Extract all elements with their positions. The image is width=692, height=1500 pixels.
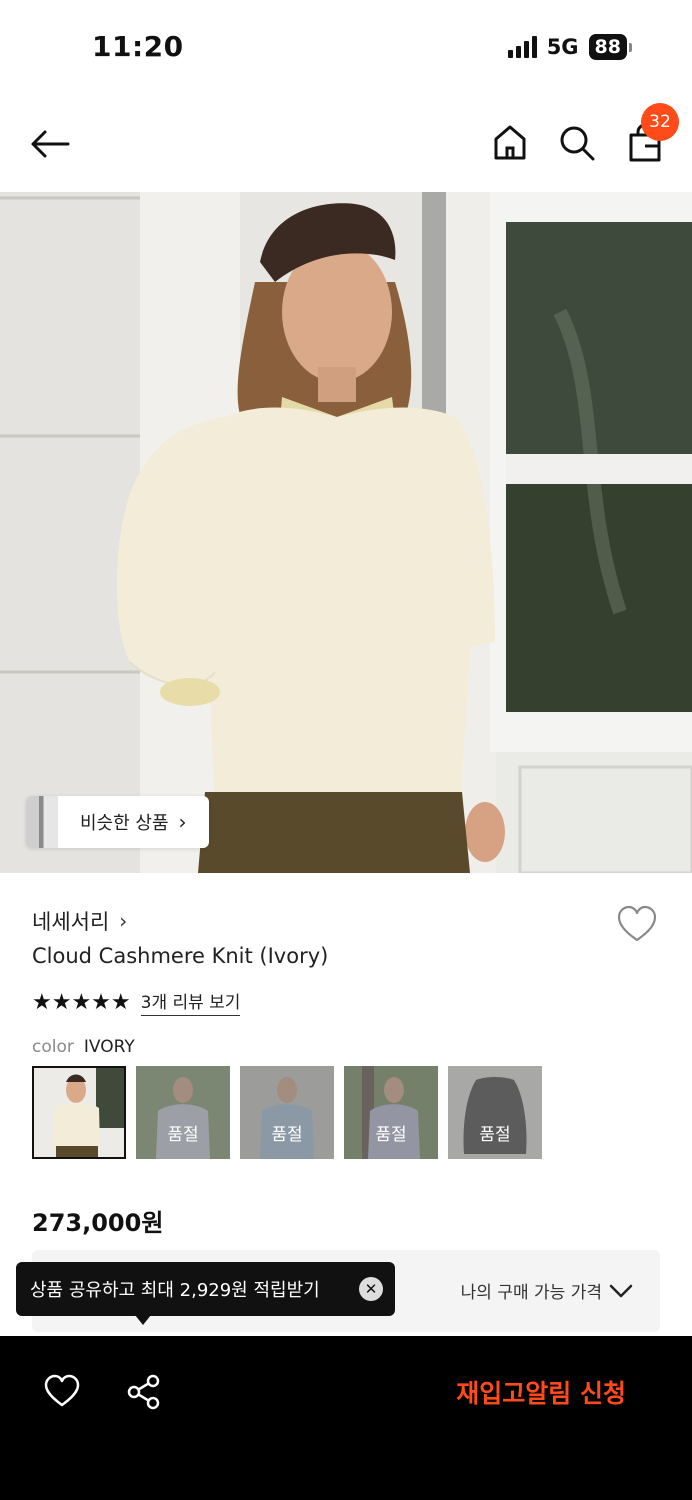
cart-count-badge: 32 — [641, 103, 679, 141]
heart-outline-icon[interactable] — [44, 1374, 80, 1410]
color-swatch-soldout[interactable]: 품절 — [448, 1066, 542, 1159]
close-icon[interactable]: ✕ — [359, 1277, 383, 1301]
status-bar: 11:20 5G 88 — [0, 0, 692, 92]
battery-level: 88 — [588, 34, 627, 60]
soldout-label: 품절 — [448, 1066, 542, 1159]
product-hero-image[interactable] — [0, 192, 692, 873]
arrow-left-icon[interactable] — [28, 122, 72, 166]
color-swatch-soldout[interactable]: 품절 — [344, 1066, 438, 1159]
soldout-label: 품절 — [344, 1066, 438, 1159]
share-reward-tooltip: 상품 공유하고 최대 2,929원 적립받기 ✕ — [16, 1262, 395, 1316]
similar-products-button[interactable]: 비슷한 상품 › — [26, 796, 209, 848]
heart-outline-icon[interactable] — [616, 904, 658, 946]
chevron-down-icon — [609, 1284, 633, 1298]
similar-products-label: 비슷한 상품 — [80, 813, 169, 834]
color-value: IVORY — [83, 1037, 135, 1057]
color-swatch-soldout[interactable]: 품절 — [136, 1066, 230, 1159]
soldout-label: 품절 — [240, 1066, 334, 1159]
status-time: 11:20 — [92, 30, 184, 63]
battery-icon: 88 — [588, 34, 632, 60]
color-row: color IVORY — [32, 1037, 135, 1057]
tooltip-arrow — [135, 1315, 151, 1325]
review-link[interactable]: 3개 리뷰 보기 — [140, 988, 241, 1016]
my-price-label: 나의 구매 가능 가격 — [460, 1283, 602, 1303]
tooltip-text: 상품 공유하고 최대 2,929원 적립받기 — [30, 1280, 320, 1301]
product-name: Cloud Cashmere Knit (Ivory) — [32, 944, 329, 968]
home-icon[interactable] — [490, 122, 530, 162]
brand-link[interactable]: 네세서리 › — [32, 906, 127, 936]
nav-bar — [0, 92, 692, 192]
product-photo — [0, 192, 692, 873]
network-label: 5G — [546, 35, 579, 59]
brand-name: 네세서리 — [32, 910, 110, 934]
color-swatches: 품절 품절 품절 품절 — [32, 1066, 542, 1159]
signal-icon — [507, 36, 537, 58]
product-price: 273,000원 — [32, 1209, 164, 1237]
color-swatch-soldout[interactable]: 품절 — [240, 1066, 334, 1159]
color-label: color — [32, 1037, 74, 1057]
color-swatch-ivory[interactable] — [32, 1066, 126, 1159]
bottom-action-bar: 재입고알림 신청 — [0, 1336, 692, 1500]
star-rating-icon: ★★★★★ — [32, 989, 131, 1015]
status-indicators: 5G 88 — [507, 34, 632, 60]
similar-products-thumbnail — [26, 796, 58, 848]
share-icon[interactable] — [126, 1374, 162, 1410]
similar-products-label-wrap: 비슷한 상품 › — [58, 796, 209, 848]
restock-alert-button[interactable]: 재입고알림 신청 — [456, 1374, 626, 1410]
soldout-label: 품절 — [136, 1066, 230, 1159]
search-icon[interactable] — [556, 122, 596, 162]
rating-row: ★★★★★ 3개 리뷰 보기 — [32, 988, 241, 1016]
chevron-right-icon: › — [178, 810, 187, 834]
chevron-right-icon: › — [119, 909, 128, 933]
